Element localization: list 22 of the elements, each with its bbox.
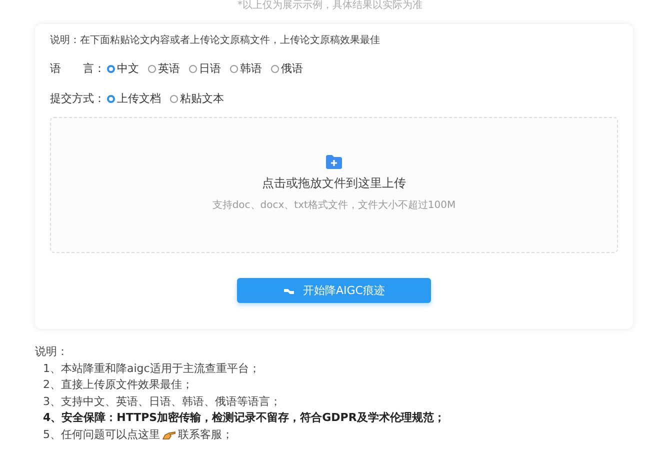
language-radio[interactable]: 英语	[148, 61, 180, 77]
language-radio[interactable]: 韩语	[230, 61, 262, 77]
note-item: 2、直接上传原文件效果最佳；	[42, 377, 194, 393]
folder-plus-icon	[325, 154, 343, 169]
instruction-text: 说明：在下面粘贴论文内容或者上传论文原稿文件，上传论文原稿效果最佳	[50, 35, 381, 47]
note-item: 4、安全保障：HTTPS加密传输，检测记录不留存，符合GDPR及学术伦理规范；	[42, 410, 446, 426]
upload-title: 点击或拖放文件到这里上传	[262, 175, 406, 192]
submit-mode-radio[interactable]: 粘贴文本	[170, 91, 224, 107]
language-label: 语 言：	[50, 61, 105, 77]
language-radio[interactable]: 日语	[189, 61, 221, 77]
language-radio[interactable]: 中文	[107, 61, 139, 77]
submit-mode-label: 提交方式：	[50, 91, 105, 107]
file-drop-zone[interactable]: 点击或拖放文件到这里上传 支持doc、docx、txt格式文件，文件大小不超过100M	[50, 117, 618, 253]
contact-support-link[interactable]: 联系客服；	[178, 426, 233, 443]
notes-title: 说明：	[35, 344, 69, 360]
pointing-hand-icon[interactable]	[162, 430, 176, 440]
note-item: 1、本站降重和降aigc适用于主流查重平台；	[42, 360, 261, 376]
submit-mode-radio[interactable]: 上传文档	[107, 91, 161, 107]
language-radio[interactable]: 俄语	[271, 61, 303, 77]
note-item: 3、支持中文、英语、日语、韩语、俄语等语言；	[42, 394, 282, 410]
upload-subtitle: 支持doc、docx、txt格式文件，文件大小不超过100M	[212, 198, 456, 212]
note-item: 5、任何问题可以点这里	[43, 426, 160, 442]
